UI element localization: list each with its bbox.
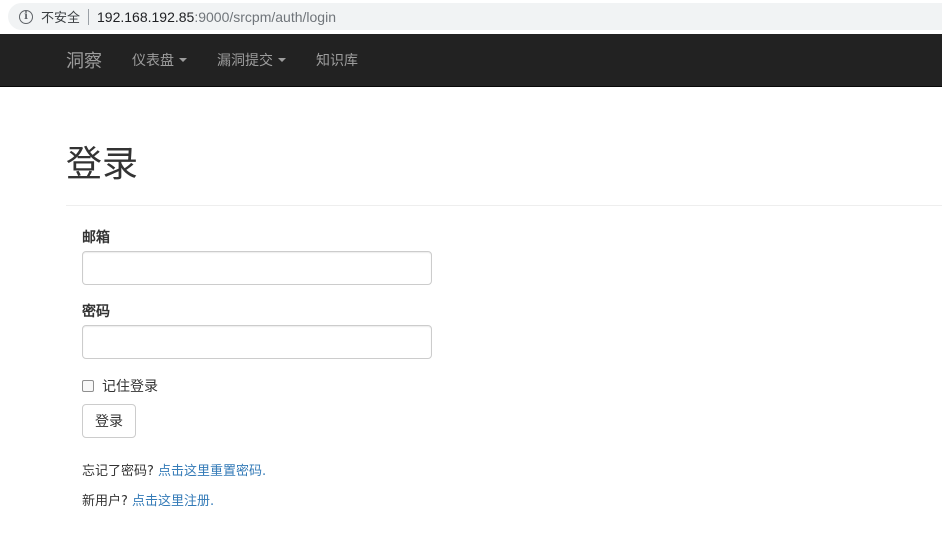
info-icon[interactable]: i — [19, 9, 33, 24]
page-title: 登录 — [66, 144, 139, 185]
email-field[interactable] — [82, 251, 432, 285]
caret-down-icon — [278, 58, 286, 62]
login-button[interactable]: 登录 — [82, 404, 136, 438]
register-text: 新用户? — [82, 494, 133, 509]
address-divider — [88, 8, 90, 25]
register-link[interactable]: 点击这里注册. — [132, 494, 214, 509]
remember-label[interactable]: 记住登录 — [102, 376, 158, 396]
remember-me[interactable]: 记住登录 — [82, 376, 158, 396]
nav-item-label: 知识库 — [316, 53, 358, 69]
forgot-text: 忘记了密码? — [82, 464, 159, 479]
navbar: 洞察 仪表盘 漏洞提交 知识库 — [0, 34, 942, 87]
register-line: 新用户? 点击这里注册. — [82, 490, 214, 509]
security-label[interactable]: 不安全 — [41, 7, 80, 26]
url-host[interactable]: 192.168.192.85 — [97, 9, 194, 25]
email-label: 邮箱 — [82, 230, 110, 246]
password-label: 密码 — [82, 304, 110, 320]
title-divider — [66, 205, 942, 206]
nav-item-label: 仪表盘 — [132, 53, 174, 69]
nav-item-vuln-submit[interactable]: 漏洞提交 — [217, 50, 286, 70]
url-path[interactable]: :9000/srcpm/auth/login — [194, 9, 336, 25]
forgot-password-line: 忘记了密码? 点击这里重置密码. — [82, 460, 266, 479]
browser-address-bar: i 不安全 192.168.192.85:9000/srcpm/auth/log… — [0, 0, 942, 34]
omnibox[interactable]: i 不安全 192.168.192.85:9000/srcpm/auth/log… — [8, 3, 942, 30]
remember-checkbox[interactable] — [82, 380, 94, 392]
nav-item-label: 漏洞提交 — [217, 53, 273, 69]
reset-password-link[interactable]: 点击这里重置密码. — [158, 464, 266, 479]
nav-item-knowledge-base[interactable]: 知识库 — [316, 50, 358, 70]
nav-item-dashboard[interactable]: 仪表盘 — [132, 50, 187, 70]
caret-down-icon — [179, 58, 187, 62]
password-field[interactable] — [82, 325, 432, 359]
navbar-brand[interactable]: 洞察 — [66, 47, 102, 73]
